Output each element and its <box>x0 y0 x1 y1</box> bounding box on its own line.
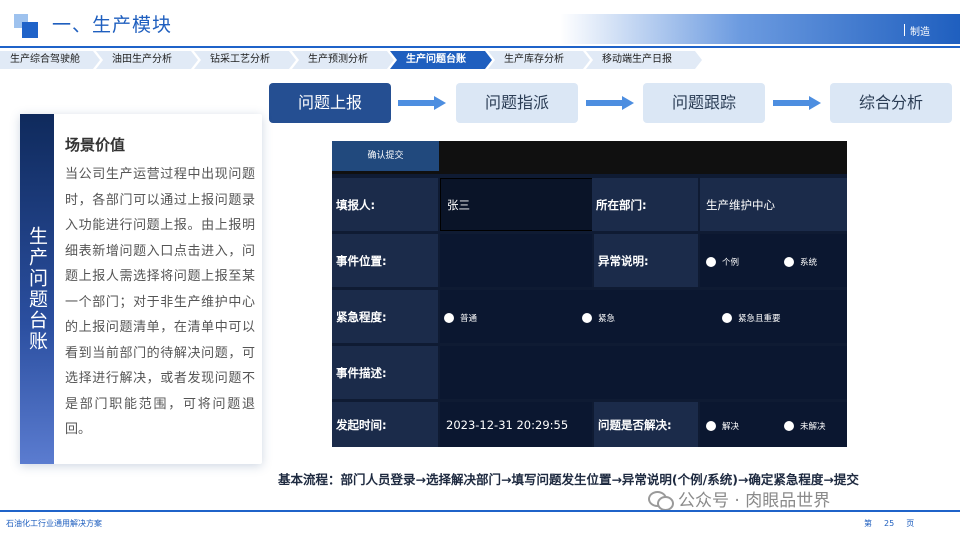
time-value: 2023-12-31 20:29:55 <box>440 402 592 447</box>
urgency-label: 紧急程度: <box>332 290 438 343</box>
header-gradient-band <box>560 14 960 44</box>
header-bar: 一、生产模块 制造 <box>0 0 960 46</box>
dept-label: 所在部门: <box>592 178 698 231</box>
radio-label: 个例 <box>722 258 740 268</box>
watermark: 公众号 · 肉眼品世界 <box>648 486 830 511</box>
header-divider <box>0 46 960 48</box>
confirm-submit-button[interactable]: 确认提交 <box>332 141 439 171</box>
page-num: 25 <box>884 519 895 528</box>
radio-label: 未解决 <box>800 422 826 432</box>
radio-icon <box>706 257 716 267</box>
reporter-field[interactable]: 张三 <box>440 178 594 231</box>
radio-label: 系统 <box>800 258 818 268</box>
page-suffix: 页 <box>906 519 915 528</box>
radio-urgent-important[interactable]: 紧急且重要 <box>722 312 781 324</box>
exception-options: 个例 系统 <box>700 234 847 287</box>
exception-label: 异常说明: <box>594 234 698 287</box>
radio-label: 解决 <box>722 422 740 432</box>
wechat-icon <box>648 489 674 511</box>
radio-system[interactable]: 系统 <box>784 256 817 268</box>
header-tag: 制造 <box>904 23 930 38</box>
logo-square-dark <box>22 22 38 38</box>
radio-icon <box>784 421 794 431</box>
radio-icon <box>784 257 794 267</box>
page-prefix: 第 <box>864 519 872 528</box>
step-assign[interactable]: 问题指派 <box>456 83 578 123</box>
sidebar-title-text: 生产问题台账 <box>26 226 48 352</box>
radio-resolved[interactable]: 解决 <box>706 420 739 432</box>
tab-mobile-daily-report[interactable]: 移动端生产日报 <box>586 51 702 69</box>
radio-icon <box>444 313 454 323</box>
form-toolbar: 确认提交 <box>332 141 847 174</box>
radio-unresolved[interactable]: 未解决 <box>784 420 826 432</box>
card-body-text: 当公司生产运营过程中出现问题时，各部门可以通过上报问题录入功能进行问题上报。由上… <box>65 167 255 437</box>
resolved-options: 解决 未解决 <box>700 402 847 447</box>
tab-drilling-analysis[interactable]: 钻采工艺分析 <box>194 51 296 69</box>
urgency-options: 普通 紧急 紧急且重要 <box>440 290 847 343</box>
footer-divider <box>0 510 960 512</box>
radio-single-case[interactable]: 个例 <box>706 256 739 268</box>
page-number: 第 25 页 <box>864 518 926 529</box>
step-analysis[interactable]: 综合分析 <box>830 83 952 123</box>
step-report[interactable]: 问题上报 <box>269 83 391 123</box>
time-label: 发起时间: <box>332 402 438 447</box>
dept-value: 生产维护中心 <box>700 178 847 231</box>
tab-forecast-analysis[interactable]: 生产预测分析 <box>292 51 394 69</box>
watermark-text: 公众号 · 肉眼品世界 <box>678 491 831 511</box>
location-label: 事件位置: <box>332 234 438 287</box>
radio-normal[interactable]: 普通 <box>444 312 477 324</box>
radio-label: 紧急且重要 <box>738 314 781 324</box>
description-label: 事件描述: <box>332 346 438 399</box>
radio-label: 紧急 <box>598 314 616 324</box>
arrow-right-icon <box>586 96 634 110</box>
tab-cockpit[interactable]: 生产综合驾驶舱 <box>0 51 100 69</box>
radio-label: 普通 <box>460 314 478 324</box>
radio-urgent[interactable]: 紧急 <box>582 312 615 324</box>
page-title: 一、生产模块 <box>52 14 173 36</box>
resolved-label: 问题是否解决: <box>594 402 698 447</box>
description-field[interactable] <box>440 346 847 399</box>
location-field[interactable] <box>440 234 592 287</box>
tab-problem-ledger[interactable]: 生产问题台账 <box>390 51 492 69</box>
problem-report-form: 确认提交 填报人: 张三 所在部门: 生产维护中心 事件位置: 异常说明: 个例… <box>332 141 847 447</box>
reporter-label: 填报人: <box>332 178 438 231</box>
radio-icon <box>722 313 732 323</box>
sidebar-vertical-title: 生产问题台账 <box>20 114 54 464</box>
arrow-right-icon <box>773 96 821 110</box>
arrow-right-icon <box>398 96 446 110</box>
step-track[interactable]: 问题跟踪 <box>643 83 765 123</box>
tab-inventory-analysis[interactable]: 生产库存分析 <box>488 51 590 69</box>
tab-oilfield-analysis[interactable]: 油田生产分析 <box>96 51 198 69</box>
footer-title: 石油化工行业通用解决方案 <box>6 519 102 528</box>
radio-icon <box>582 313 592 323</box>
card-heading: 场景价值 <box>65 136 126 154</box>
radio-icon <box>706 421 716 431</box>
